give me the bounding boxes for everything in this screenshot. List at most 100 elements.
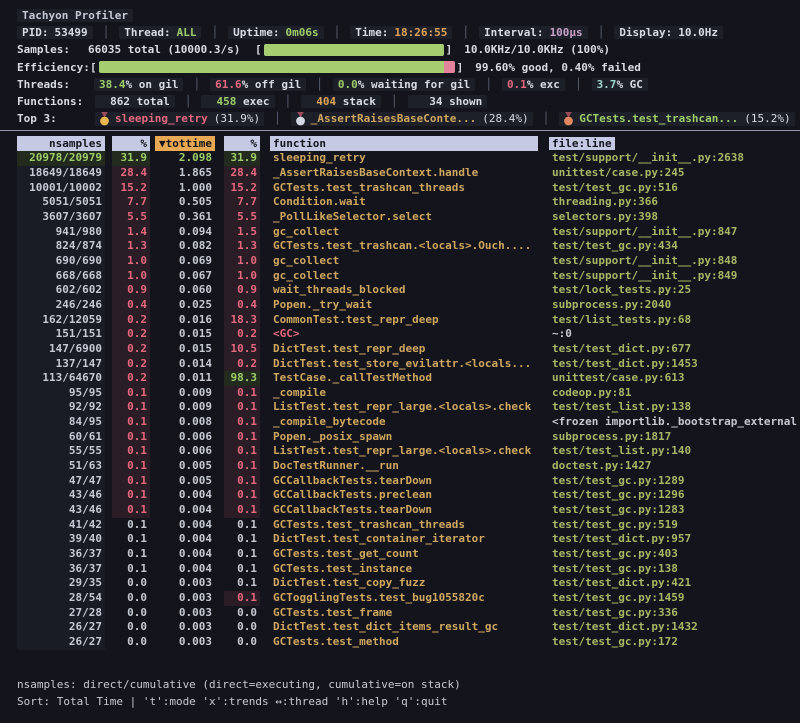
cell-fl: test/test_gc.py:1459 — [549, 591, 687, 606]
functions-exec: 458 exec — [201, 95, 274, 108]
cell-fl: test/test_gc.py:138 — [549, 562, 681, 577]
cell-ns: 60/61 — [17, 430, 105, 445]
threads-off-gil: 61.6% off gil — [210, 78, 306, 91]
top3-line: Top 3: sleeping_retry (31.9%) │ _AssertR… — [17, 110, 800, 127]
cell-p1: 0.0 — [112, 620, 150, 635]
cell-tt: 0.004 — [155, 547, 215, 562]
cell-tt: 0.004 — [155, 488, 215, 503]
samples-bar-fill — [264, 44, 444, 56]
cell-p1: 0.0 — [112, 606, 150, 621]
table-row: 3607/36075.50.3615.5_PollLikeSelector.se… — [17, 210, 800, 225]
cell-fl: subprocess.py:1817 — [549, 430, 674, 445]
cell-tt: 0.005 — [155, 474, 215, 489]
cell-p1: 0.0 — [112, 635, 150, 650]
threads-gc: 3.7% GC — [592, 78, 648, 91]
col-header-nsamples[interactable]: nsamples — [17, 136, 105, 151]
cell-ns: 55/55 — [17, 444, 105, 459]
cell-fl: test/test_gc.py:519 — [549, 518, 681, 533]
cell-fl: <frozen importlib._bootstrap_external — [549, 415, 800, 430]
cell-p2: 0.0 — [224, 606, 260, 621]
time-field: Time:18:26:55 — [350, 26, 452, 39]
cell-p2: 10.5 — [224, 342, 260, 357]
bar-open-bracket: [ — [90, 61, 97, 74]
profiler-screen: Tachyon Profiler PID:53499 │ Thread:ALL … — [0, 0, 800, 723]
table-row: 824/8741.30.0821.3GCTests.test_trashcan.… — [17, 239, 800, 254]
efficiency-bar — [99, 61, 455, 73]
uptime-field: Uptime:0m06s — [228, 26, 323, 39]
cell-p1: 0.1 — [112, 488, 150, 503]
table-row: 43/460.10.0040.1GCCallbackTests.tearDown… — [17, 503, 800, 518]
table-row: 690/6901.00.0691.0gc_collecttest/support… — [17, 254, 800, 269]
cell-tt: 0.004 — [155, 503, 215, 518]
cell-p2: 0.1 — [224, 547, 260, 562]
cell-tt: 0.094 — [155, 225, 215, 240]
cell-fn: DictTest.test_dict_items_result_gc — [270, 620, 538, 635]
cell-tt: 0.004 — [155, 562, 215, 577]
table-row: 5051/50517.70.5057.7Condition.waitthread… — [17, 195, 800, 210]
cell-fn: GCTests.test_trashcan_threads — [270, 181, 538, 196]
cell-fl: codeop.py:81 — [549, 386, 634, 401]
cell-ns: 51/63 — [17, 459, 105, 474]
cell-fn: DictTest.test_store_evilattr.<locals... — [270, 357, 538, 372]
cell-fl: test/test_dict.py:1432 — [549, 620, 701, 635]
top3-label: Top 3: — [17, 112, 63, 125]
cell-fn: DictTest.test_repr_deep — [270, 342, 538, 357]
col-header-tottime-sorted[interactable]: ▼tottime — [155, 136, 215, 151]
cell-p1: 0.1 — [112, 547, 150, 562]
cell-p1: 0.2 — [112, 327, 150, 342]
samples-label: Samples: — [17, 43, 70, 56]
cell-p2: 0.2 — [224, 327, 260, 342]
cell-tt: 0.011 — [155, 371, 215, 386]
cell-ns: 36/37 — [17, 562, 105, 577]
cell-ns: 690/690 — [17, 254, 105, 269]
cell-ns: 137/147 — [17, 357, 105, 372]
cell-fl: test/test_dict.py:421 — [549, 576, 694, 591]
cell-fn: DictTest.test_copy_fuzz — [270, 576, 538, 591]
divider: │ — [391, 95, 398, 108]
cell-ns: 26/27 — [17, 620, 105, 635]
cell-p2: 0.9 — [224, 283, 260, 298]
cell-fn: GCTests.test_frame — [270, 606, 538, 621]
col-header-file-line[interactable]: file:line — [549, 136, 615, 151]
cell-tt: 0.505 — [155, 195, 215, 210]
divider: │ — [193, 78, 200, 91]
cell-fn: _compile_bytecode — [270, 415, 538, 430]
cell-ns: 84/95 — [17, 415, 105, 430]
cell-fl: test/test_gc.py:1289 — [549, 474, 687, 489]
cell-fl: test/test_gc.py:1296 — [549, 488, 687, 503]
col-header-function[interactable]: function — [270, 136, 538, 151]
cell-tt: 0.003 — [155, 591, 215, 606]
display-field: Display:10.0Hz — [614, 26, 723, 39]
cell-p1: 0.1 — [112, 386, 150, 401]
bronze-medal-icon — [563, 112, 574, 126]
cell-tt: 0.003 — [155, 606, 215, 621]
cell-fl: test/test_list.py:138 — [549, 400, 694, 415]
cell-p2: 0.1 — [224, 474, 260, 489]
cell-p2: 0.1 — [224, 562, 260, 577]
top3-item-3: GCTests.test_trashcan... (15.2%) — [559, 112, 794, 126]
cell-p2: 0.1 — [224, 503, 260, 518]
cell-ns: 162/12059 — [17, 313, 105, 328]
cell-tt: 0.003 — [155, 620, 215, 635]
thread-field[interactable]: Thread:ALL — [119, 26, 201, 39]
cell-ns: 43/46 — [17, 503, 105, 518]
table-row: 39/400.10.0040.1DictTest.test_container_… — [17, 532, 800, 547]
cell-p2: 0.1 — [224, 415, 260, 430]
col-header-sample-pct[interactable]: % — [112, 136, 150, 151]
sort-keybar: Sort: Total Time | 't':mode 'x':trends ↔… — [17, 693, 800, 710]
cell-p1: 1.0 — [112, 254, 150, 269]
functions-stack: 404 stack — [301, 95, 381, 108]
cell-p2: 0.1 — [224, 576, 260, 591]
cell-fl: test/list_tests.py:68 — [549, 313, 694, 328]
cell-fl: ~:0 — [549, 327, 575, 342]
page-title: Tachyon Profiler — [17, 9, 133, 22]
cell-p2: 0.1 — [224, 459, 260, 474]
cell-ns: 47/47 — [17, 474, 105, 489]
cell-tt: 0.005 — [155, 459, 215, 474]
col-header-cumulative-pct[interactable]: % — [224, 136, 260, 151]
cell-ns: 27/28 — [17, 606, 105, 621]
cell-fl: test/test_gc.py:336 — [549, 606, 681, 621]
cell-fl: test/test_gc.py:516 — [549, 181, 681, 196]
cell-tt: 0.003 — [155, 635, 215, 650]
cell-fn: GCTests.test_trashcan_threads — [270, 518, 538, 533]
